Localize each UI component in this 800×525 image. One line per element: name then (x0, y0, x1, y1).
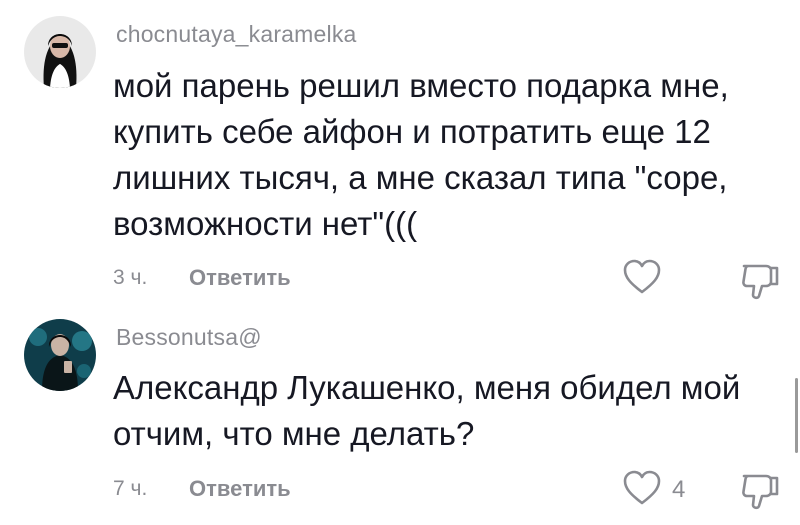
comment-time: 7 ч. (113, 477, 148, 500)
comment-username[interactable]: Bessonutsa@ (116, 324, 262, 351)
like-button[interactable]: 4 (622, 470, 685, 510)
comment-time: 3 ч. (113, 266, 148, 289)
like-count: 4 (672, 476, 686, 503)
thumbs-down-outline-icon (738, 264, 782, 306)
comments-panel: chocnutaya_karamelka мой парень решил вм… (0, 0, 800, 525)
avatar[interactable] (24, 16, 96, 88)
heart-outline-icon (622, 469, 662, 512)
reply-button[interactable]: Ответить (189, 265, 291, 291)
comment-text: мой парень решил вместо подарка мне, куп… (113, 67, 729, 242)
comment-item: chocnutaya_karamelka мой парень решил вм… (0, 0, 800, 310)
thumbs-down-outline-icon (738, 474, 782, 516)
comment-text: Александр Лукашенко, меня обидел мой отч… (113, 369, 741, 452)
comment-item: Bessonutsa@ Александр Лукашенко, меня об… (0, 310, 800, 525)
like-button[interactable] (622, 259, 672, 299)
dislike-button[interactable] (738, 468, 782, 512)
dislike-button[interactable] (738, 258, 782, 302)
heart-outline-icon (622, 258, 662, 301)
comment-meta: 7 ч. Ответить (113, 474, 291, 504)
reply-button[interactable]: Ответить (189, 476, 291, 502)
comment-username[interactable]: chocnutaya_karamelka (116, 21, 357, 48)
avatar[interactable] (24, 319, 96, 391)
comment-meta: 3 ч. Ответить (113, 263, 291, 293)
scrollbar[interactable] (795, 378, 798, 453)
